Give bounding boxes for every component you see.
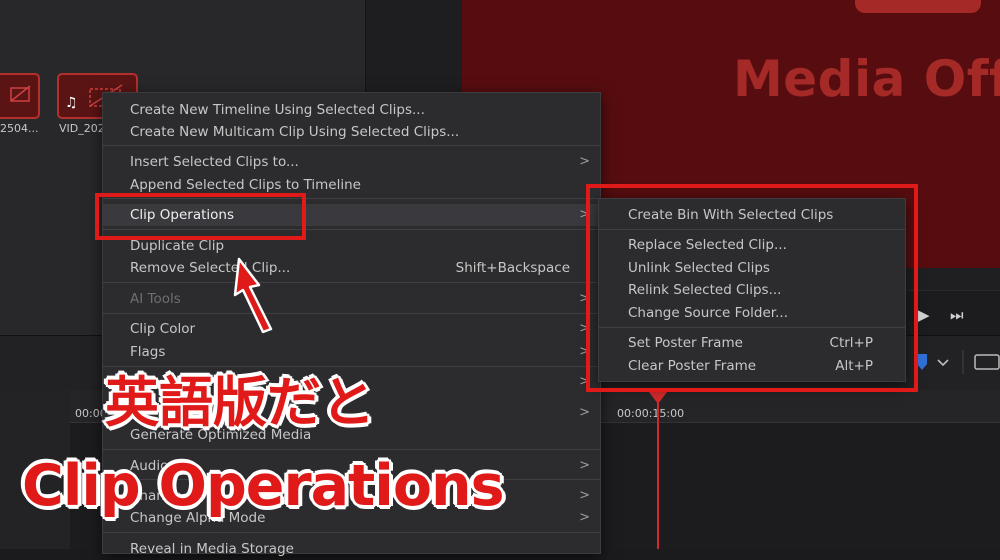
timeline-toolbar-tools <box>905 346 1000 378</box>
submenu-arrow-icon: > <box>579 458 590 473</box>
menu-item-remove-selected[interactable]: Remove Selected Clip... Shift+Backspace <box>103 257 600 279</box>
flag-icon <box>917 354 927 370</box>
playhead-handle[interactable] <box>649 392 667 404</box>
offline-film-icon <box>10 85 31 102</box>
skip-forward-icon[interactable]: ⏭ <box>950 306 964 324</box>
submenu-arrow-icon: > <box>579 154 590 169</box>
pointer-arrow-icon <box>233 257 273 334</box>
menu-separator <box>103 145 600 146</box>
submenu-arrow-icon: > <box>579 510 590 525</box>
menu-separator <box>103 313 600 314</box>
menu-item-insert-selected[interactable]: Insert Selected Clips to... > <box>103 151 600 173</box>
media-offline-text: Media Off <box>733 50 1000 108</box>
menu-item-create-multicam[interactable]: Create New Multicam Clip Using Selected … <box>103 121 600 143</box>
menu-separator <box>103 449 600 450</box>
submenu-arrow-icon: > <box>579 405 590 420</box>
shortcut-label: Shift+Backspace <box>455 260 570 276</box>
annotation-english: Clip Operations <box>22 453 504 519</box>
highlight-box-clip-operations <box>95 193 306 240</box>
menu-item-ai-tools: AI Tools > <box>130 291 590 307</box>
chevron-down-icon <box>937 359 949 367</box>
menu-separator <box>103 532 600 533</box>
menu-item-reveal-media-storage[interactable]: Reveal in Media Storage <box>103 538 600 560</box>
clip-thumbnail-1[interactable] <box>0 73 40 119</box>
menu-item-clip-color[interactable]: Clip Color > <box>103 318 600 340</box>
submenu-arrow-icon: > <box>579 488 590 503</box>
ruler-timecode: 00:00:15:00 <box>617 407 685 420</box>
menu-item-create-timeline[interactable]: Create New Timeline Using Selected Clips… <box>103 99 600 121</box>
offline-warning-icon <box>855 0 981 13</box>
zoom-icon <box>974 354 1000 370</box>
music-note-icon: ♫ <box>65 95 78 111</box>
play-icon[interactable]: ▶ <box>918 306 930 324</box>
clip-name-1: 2504... <box>0 122 39 135</box>
annotation-japanese: 英語版だと <box>105 371 375 434</box>
clip-name-2: VID_202 <box>59 122 105 135</box>
menu-separator <box>103 282 600 283</box>
playhead[interactable] <box>657 400 659 549</box>
highlight-box-submenu <box>586 184 918 392</box>
